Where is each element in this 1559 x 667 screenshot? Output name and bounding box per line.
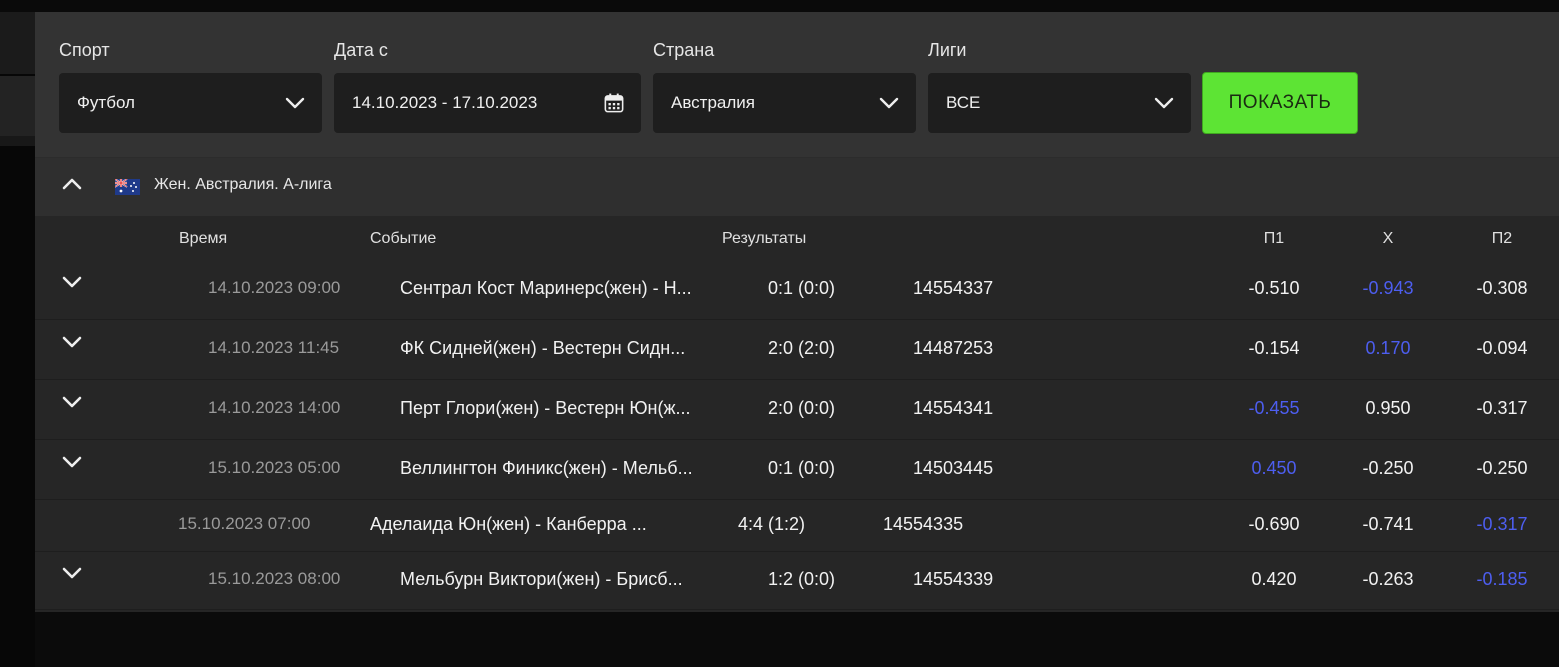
event-id: 14554341	[913, 398, 994, 418]
event-name[interactable]: Перт Глори(жен) - Вестерн Юн(ж...	[400, 398, 691, 419]
column-header-results: Результаты	[722, 230, 807, 247]
event-name[interactable]: Сентрал Кост Маринерс(жен) - Н...	[400, 278, 692, 299]
event-time: 14.10.2023 14:00	[208, 398, 341, 417]
chevron-down-icon	[1153, 92, 1175, 114]
event-time: 15.10.2023 07:00	[178, 514, 311, 533]
sport-label: Спорт	[59, 40, 110, 60]
leagues-value: ВСЕ	[946, 93, 981, 112]
odds-x[interactable]: -0.943	[1343, 278, 1433, 299]
top-bar	[0, 0, 1559, 12]
leagues-label: Лиги	[928, 40, 967, 60]
country-value: Австралия	[671, 93, 755, 112]
event-name[interactable]: Мельбурн Виктори(жен) - Брисб...	[400, 569, 683, 590]
event-id: 14554335	[883, 514, 964, 534]
left-sidebar	[0, 12, 35, 667]
column-header-time: Время	[179, 230, 228, 247]
odds-p2[interactable]: -0.250	[1457, 458, 1547, 479]
chevron-up-icon[interactable]	[61, 176, 87, 198]
event-time: 14.10.2023 09:00	[208, 278, 341, 297]
calendar-icon[interactable]	[603, 92, 625, 114]
column-header-p1: П1	[1263, 230, 1285, 247]
sidebar-band	[0, 136, 35, 146]
country-label: Страна	[653, 40, 715, 60]
event-result: 2:0 (0:0)	[768, 398, 836, 418]
table-row[interactable]: 15.10.2023 08:00 Мельбурн Виктори(жен) - …	[35, 552, 1559, 610]
odds-p1[interactable]: 0.450	[1229, 458, 1319, 479]
column-header-p2: П2	[1491, 230, 1513, 247]
chevron-down-icon[interactable]	[61, 455, 87, 477]
odds-p2[interactable]: -0.308	[1457, 278, 1547, 299]
odds-p2[interactable]: -0.094	[1457, 338, 1547, 359]
table-row[interactable]: 14.10.2023 11:45 ФК Сидней(жен) - Вестерн…	[35, 320, 1559, 380]
odds-p2[interactable]: -0.317	[1457, 514, 1547, 535]
odds-p2[interactable]: -0.317	[1457, 398, 1547, 419]
league-title: Жен. Австралия. А-лига	[154, 176, 332, 193]
event-name[interactable]: ФК Сидней(жен) - Вестерн Сидн...	[400, 338, 685, 359]
odds-x[interactable]: -0.741	[1343, 514, 1433, 535]
event-time: 15.10.2023 05:00	[208, 458, 341, 477]
chevron-down-icon[interactable]	[61, 395, 87, 417]
odds-x[interactable]: 0.170	[1343, 338, 1433, 359]
sport-select[interactable]: Футбол	[59, 73, 322, 133]
event-id: 14554339	[913, 569, 994, 589]
chevron-down-icon	[878, 92, 900, 114]
table-row[interactable]: 15.10.2023 07:00 Аделаида Юн(жен) - Канбе…	[35, 500, 1559, 552]
league-header[interactable]: Жен. Австралия. А-лига	[35, 158, 1559, 216]
event-id: 14503445	[913, 458, 994, 478]
odds-p1[interactable]: 0.420	[1229, 569, 1319, 590]
event-id: 14554337	[913, 278, 994, 298]
australia-flag-icon	[114, 178, 140, 195]
event-id: 14487253	[913, 338, 994, 358]
odds-p1[interactable]: -0.455	[1229, 398, 1319, 419]
table-row[interactable]: 14.10.2023 14:00 Перт Глори(жен) - Вестер…	[35, 380, 1559, 440]
chevron-down-icon[interactable]	[61, 335, 87, 357]
chevron-down-icon[interactable]	[61, 566, 87, 588]
date-value: 14.10.2023 - 17.10.2023	[352, 93, 538, 112]
chevron-down-icon	[284, 92, 306, 114]
odds-p1[interactable]: -0.510	[1229, 278, 1319, 299]
sidebar-band	[0, 12, 35, 74]
event-name[interactable]: Веллингтон Финикс(жен) - Мельб...	[400, 458, 693, 479]
column-header-x: X	[1382, 230, 1394, 247]
sidebar-band	[0, 76, 35, 136]
country-select[interactable]: Австралия	[653, 73, 916, 133]
results-panel: Спорт Футбол Дата с 14.10.2023 - 17.10.2…	[35, 12, 1559, 612]
filter-bar: Спорт Футбол Дата с 14.10.2023 - 17.10.2…	[35, 12, 1559, 157]
event-time: 14.10.2023 11:45	[208, 338, 340, 357]
odds-x[interactable]: 0.950	[1343, 398, 1433, 419]
chevron-down-icon[interactable]	[61, 275, 87, 297]
event-name[interactable]: Аделаида Юн(жен) - Канберра ...	[370, 514, 647, 535]
event-result: 1:2 (0:0)	[768, 569, 836, 589]
event-result: 0:1 (0:0)	[768, 278, 836, 298]
leagues-select[interactable]: ВСЕ	[928, 73, 1191, 133]
odds-p1[interactable]: -0.154	[1229, 338, 1319, 359]
event-result: 4:4 (1:2)	[738, 514, 806, 534]
show-button[interactable]: ПОКАЗАТЬ	[1202, 72, 1358, 134]
table-row[interactable]: 15.10.2023 05:00 Веллингтон Финикс(жен) -…	[35, 440, 1559, 500]
sport-value: Футбол	[77, 93, 135, 112]
event-result: 2:0 (2:0)	[768, 338, 836, 358]
odds-p1[interactable]: -0.690	[1229, 514, 1319, 535]
event-time: 15.10.2023 08:00	[208, 569, 341, 588]
date-label: Дата с	[334, 40, 388, 60]
table-row[interactable]: 14.10.2023 09:00 Сентрал Кост Маринерс(же…	[35, 260, 1559, 320]
column-header-event: Событие	[370, 230, 437, 247]
odds-p2[interactable]: -0.185	[1457, 569, 1547, 590]
odds-x[interactable]: -0.263	[1343, 569, 1433, 590]
event-result: 0:1 (0:0)	[768, 458, 836, 478]
events-table: Время Событие Результаты П1 X П2 14.10.2…	[35, 216, 1559, 612]
odds-x[interactable]: -0.250	[1343, 458, 1433, 479]
date-range-input[interactable]: 14.10.2023 - 17.10.2023	[334, 73, 641, 133]
